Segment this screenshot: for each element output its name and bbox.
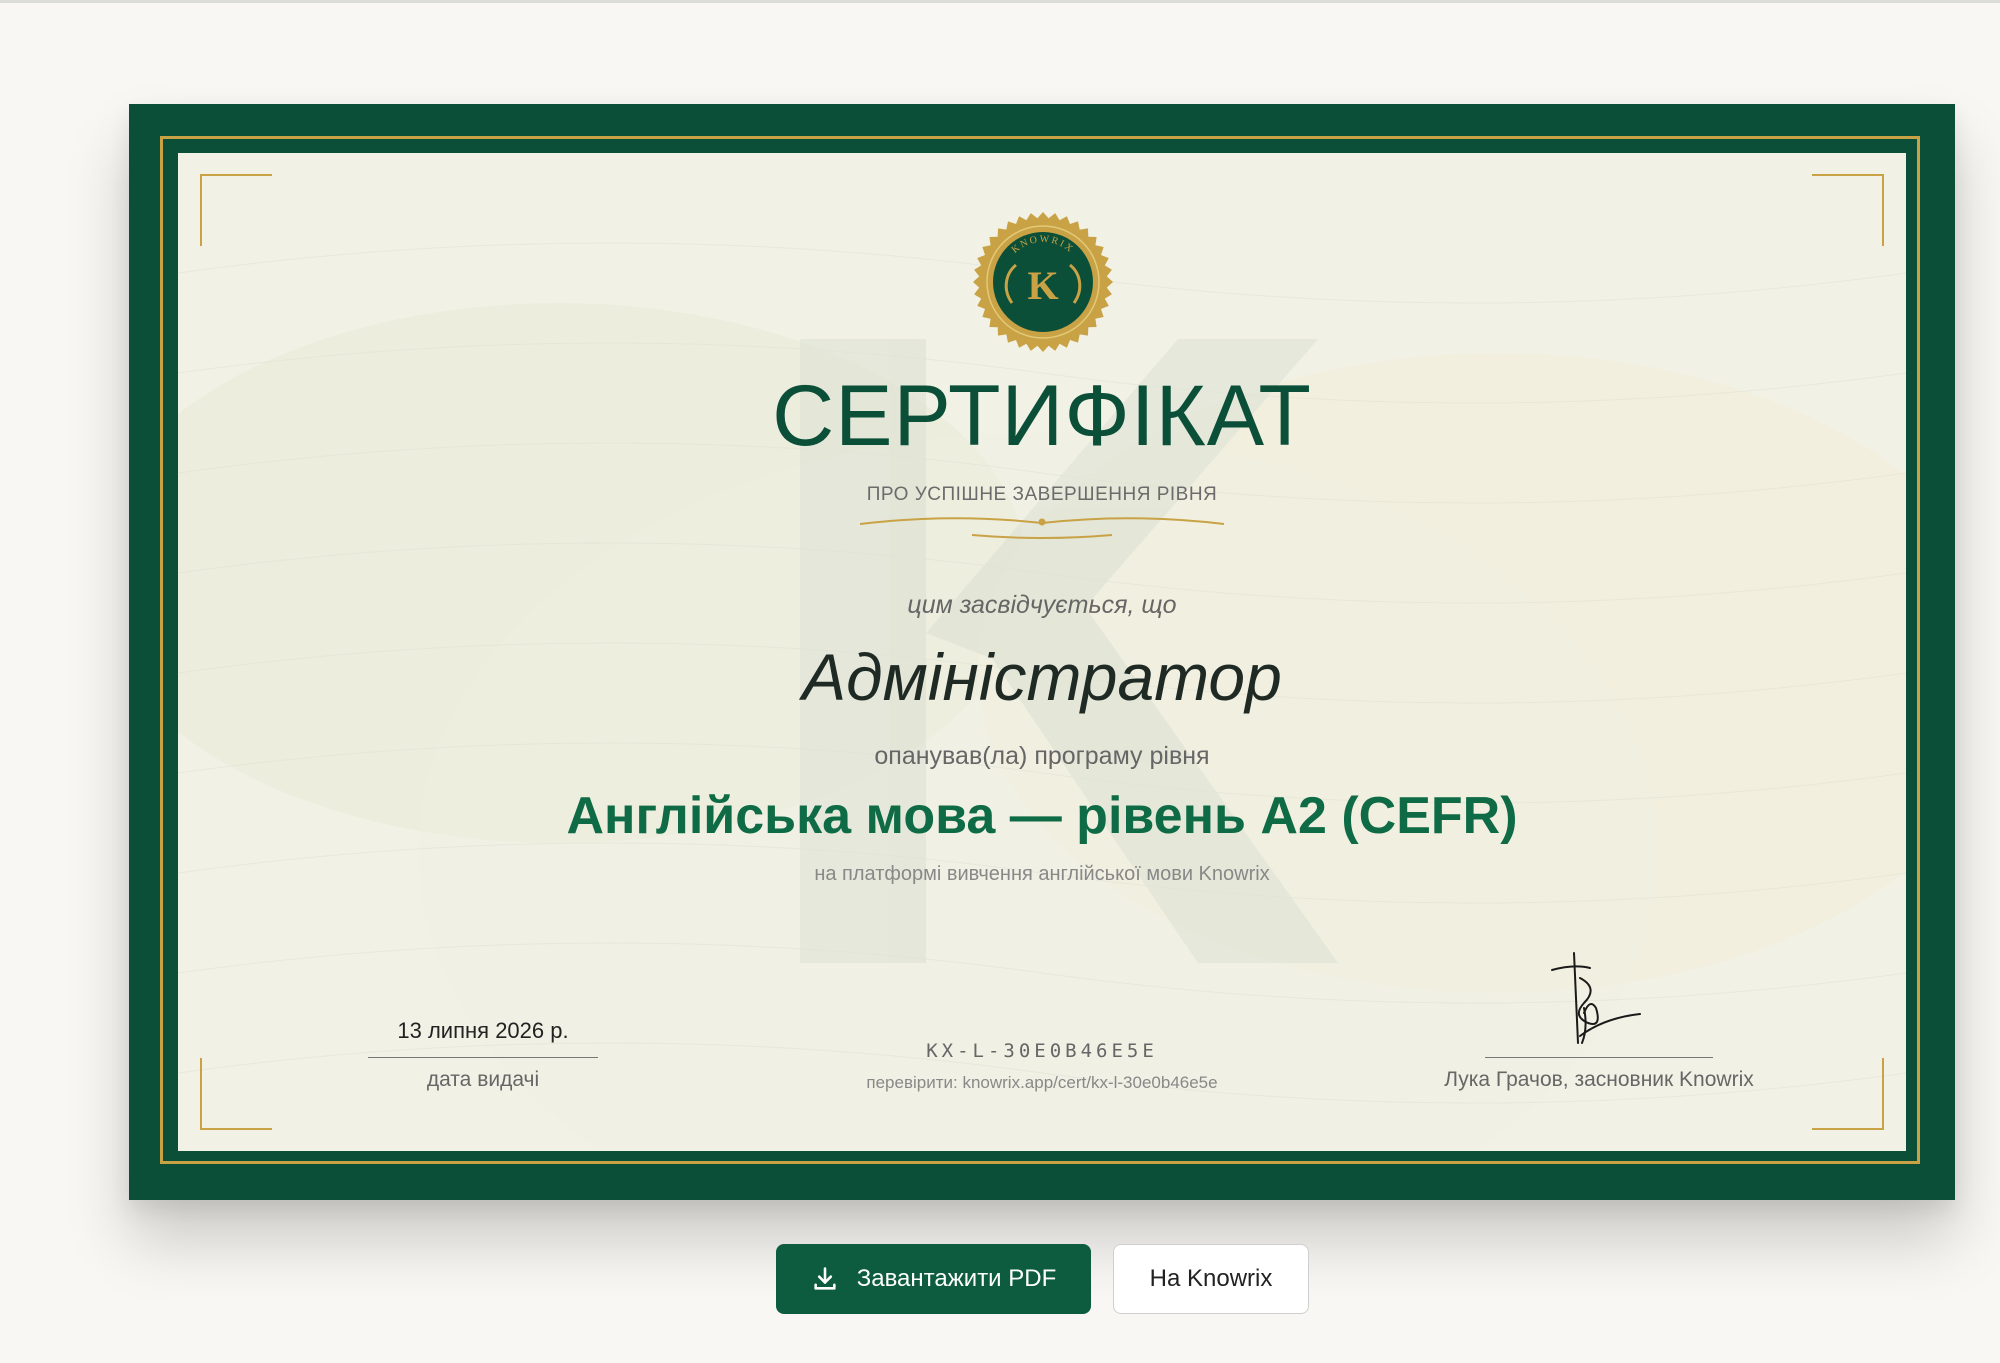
download-pdf-button[interactable]: Завантажити PDF [776, 1244, 1091, 1314]
signature-image [1551, 952, 1641, 1044]
top-divider [0, 0, 2000, 3]
corner-ornament-top-left [200, 174, 272, 246]
gold-flourish-divider [860, 517, 1224, 539]
certificate-paper: KNOWRIX K СЕРТИФІКАТ ПРО УСПІШНЕ ЗАВЕРШЕ… [178, 153, 1906, 1151]
certificate: KNOWRIX K СЕРТИФІКАТ ПРО УСПІШНЕ ЗАВЕРШЕ… [129, 104, 1955, 1200]
certificate-title: СЕРТИФІКАТ [772, 368, 1312, 464]
download-pdf-label: Завантажити PDF [856, 1265, 1057, 1292]
program-title: Англійська мова — рівень A2 (CEFR) [566, 787, 1518, 845]
certificate-subtitle: ПРО УСПІШНЕ ЗАВЕРШЕННЯ РІВНЯ [866, 484, 1218, 505]
corner-ornament-bottom-left [200, 1058, 272, 1130]
back-to-knowrix-button[interactable]: На Knowrix [1113, 1244, 1309, 1314]
mastered-statement: опанував(ла) програму рівня [874, 742, 1210, 770]
platform-statement: на платформі вивчення англійської мови K… [814, 863, 1270, 885]
download-icon [814, 1267, 836, 1290]
signatory-name: Лука Грачов, засновник Knowrix [1444, 1068, 1754, 1091]
corner-ornament-top-right [1812, 174, 1884, 246]
back-to-knowrix-label: На Knowrix [1149, 1265, 1273, 1292]
svg-text:K: K [1027, 263, 1058, 308]
knowrix-seal-logo: KNOWRIX K [973, 212, 1113, 352]
recipient-name: Адміністратор [802, 640, 1282, 714]
corner-ornament-bottom-right [1812, 1058, 1884, 1130]
certify-statement: цим засвідчується, що [907, 591, 1177, 619]
signature-underline [1485, 1057, 1713, 1058]
